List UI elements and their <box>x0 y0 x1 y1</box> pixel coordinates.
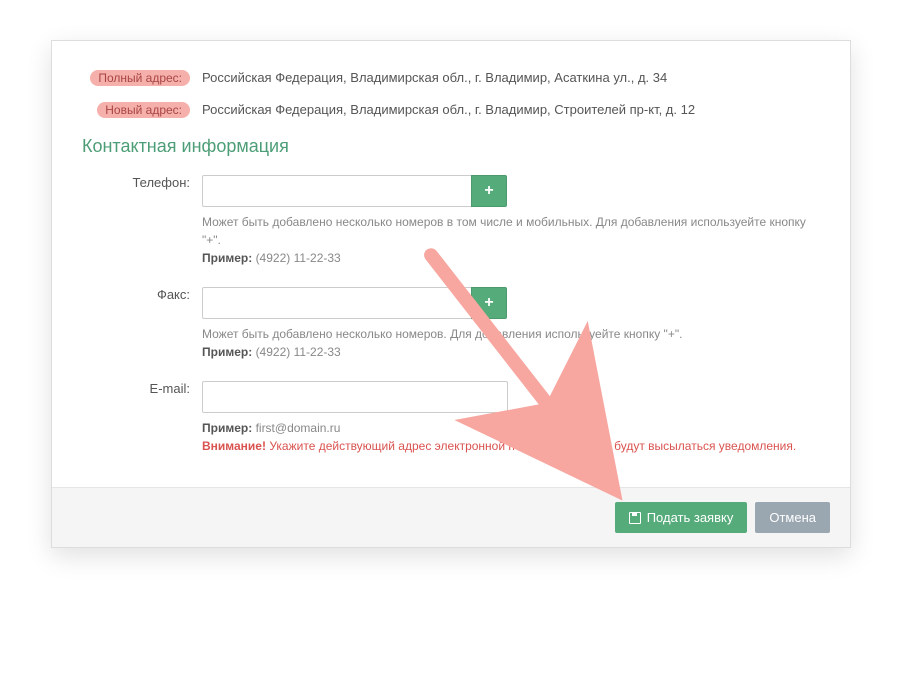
submit-button-label: Подать заявку <box>647 510 734 525</box>
email-label: E-mail: <box>82 377 202 396</box>
plus-icon: + <box>484 294 493 312</box>
new-address-row: Новый адрес: Российская Федерация, Влади… <box>82 98 820 118</box>
fax-help-text: Может быть добавлено несколько номеров. … <box>202 327 682 341</box>
phone-label: Телефон: <box>82 171 202 190</box>
full-address-row: Полный адрес: Российская Федерация, Влад… <box>82 66 820 86</box>
email-input[interactable] <box>202 381 508 413</box>
phone-value-col: + Может быть добавлено несколько номеров… <box>202 171 820 267</box>
new-address-pill: Новый адрес: <box>97 102 190 118</box>
email-example-label: Пример: <box>202 421 252 435</box>
email-example-value: first@domain.ru <box>256 421 341 435</box>
fax-value-col: + Может быть добавлено несколько номеров… <box>202 283 820 361</box>
full-address-label-col: Полный адрес: <box>82 66 202 86</box>
fax-example-value: (4922) 11-22-33 <box>256 345 341 359</box>
fax-row: Факс: + Может быть добавлено несколько н… <box>82 283 820 361</box>
phone-help-text: Может быть добавлено несколько номеров в… <box>202 215 806 247</box>
submit-button[interactable]: Подать заявку <box>615 502 748 533</box>
fax-label: Факс: <box>82 283 202 302</box>
form-footer: Подать заявку Отмена <box>52 487 850 547</box>
save-icon <box>629 512 641 524</box>
fax-input-group: + <box>202 287 820 319</box>
phone-add-button[interactable]: + <box>471 175 507 207</box>
email-warn-label: Внимание! <box>202 439 266 453</box>
cancel-button[interactable]: Отмена <box>755 502 830 533</box>
fax-input[interactable] <box>202 287 472 319</box>
email-help: Пример: first@domain.ru Внимание! Укажит… <box>202 419 820 455</box>
form-card: Полный адрес: Российская Федерация, Влад… <box>51 40 851 548</box>
full-address-pill: Полный адрес: <box>90 70 190 86</box>
section-title: Контактная информация <box>82 136 820 157</box>
phone-input-group: + <box>202 175 820 207</box>
phone-example-label: Пример: <box>202 251 252 265</box>
email-row: E-mail: Пример: first@domain.ru Внимание… <box>82 377 820 455</box>
fax-example-label: Пример: <box>202 345 252 359</box>
full-address-value: Российская Федерация, Владимирская обл.,… <box>202 66 820 85</box>
fax-help: Может быть добавлено несколько номеров. … <box>202 325 820 361</box>
phone-example-value: (4922) 11-22-33 <box>256 251 341 265</box>
phone-input[interactable] <box>202 175 472 207</box>
fax-add-button[interactable]: + <box>471 287 507 319</box>
email-input-group <box>202 381 820 413</box>
email-value-col: Пример: first@domain.ru Внимание! Укажит… <box>202 377 820 455</box>
phone-help: Может быть добавлено несколько номеров в… <box>202 213 820 267</box>
new-address-value: Российская Федерация, Владимирская обл.,… <box>202 98 820 117</box>
cancel-button-label: Отмена <box>769 510 816 525</box>
phone-row: Телефон: + Может быть добавлено нескольк… <box>82 171 820 267</box>
plus-icon: + <box>484 182 493 200</box>
new-address-label-col: Новый адрес: <box>82 98 202 118</box>
email-warn-text: Укажите действующий адрес электронной по… <box>269 439 796 453</box>
card-body: Полный адрес: Российская Федерация, Влад… <box>52 41 850 487</box>
